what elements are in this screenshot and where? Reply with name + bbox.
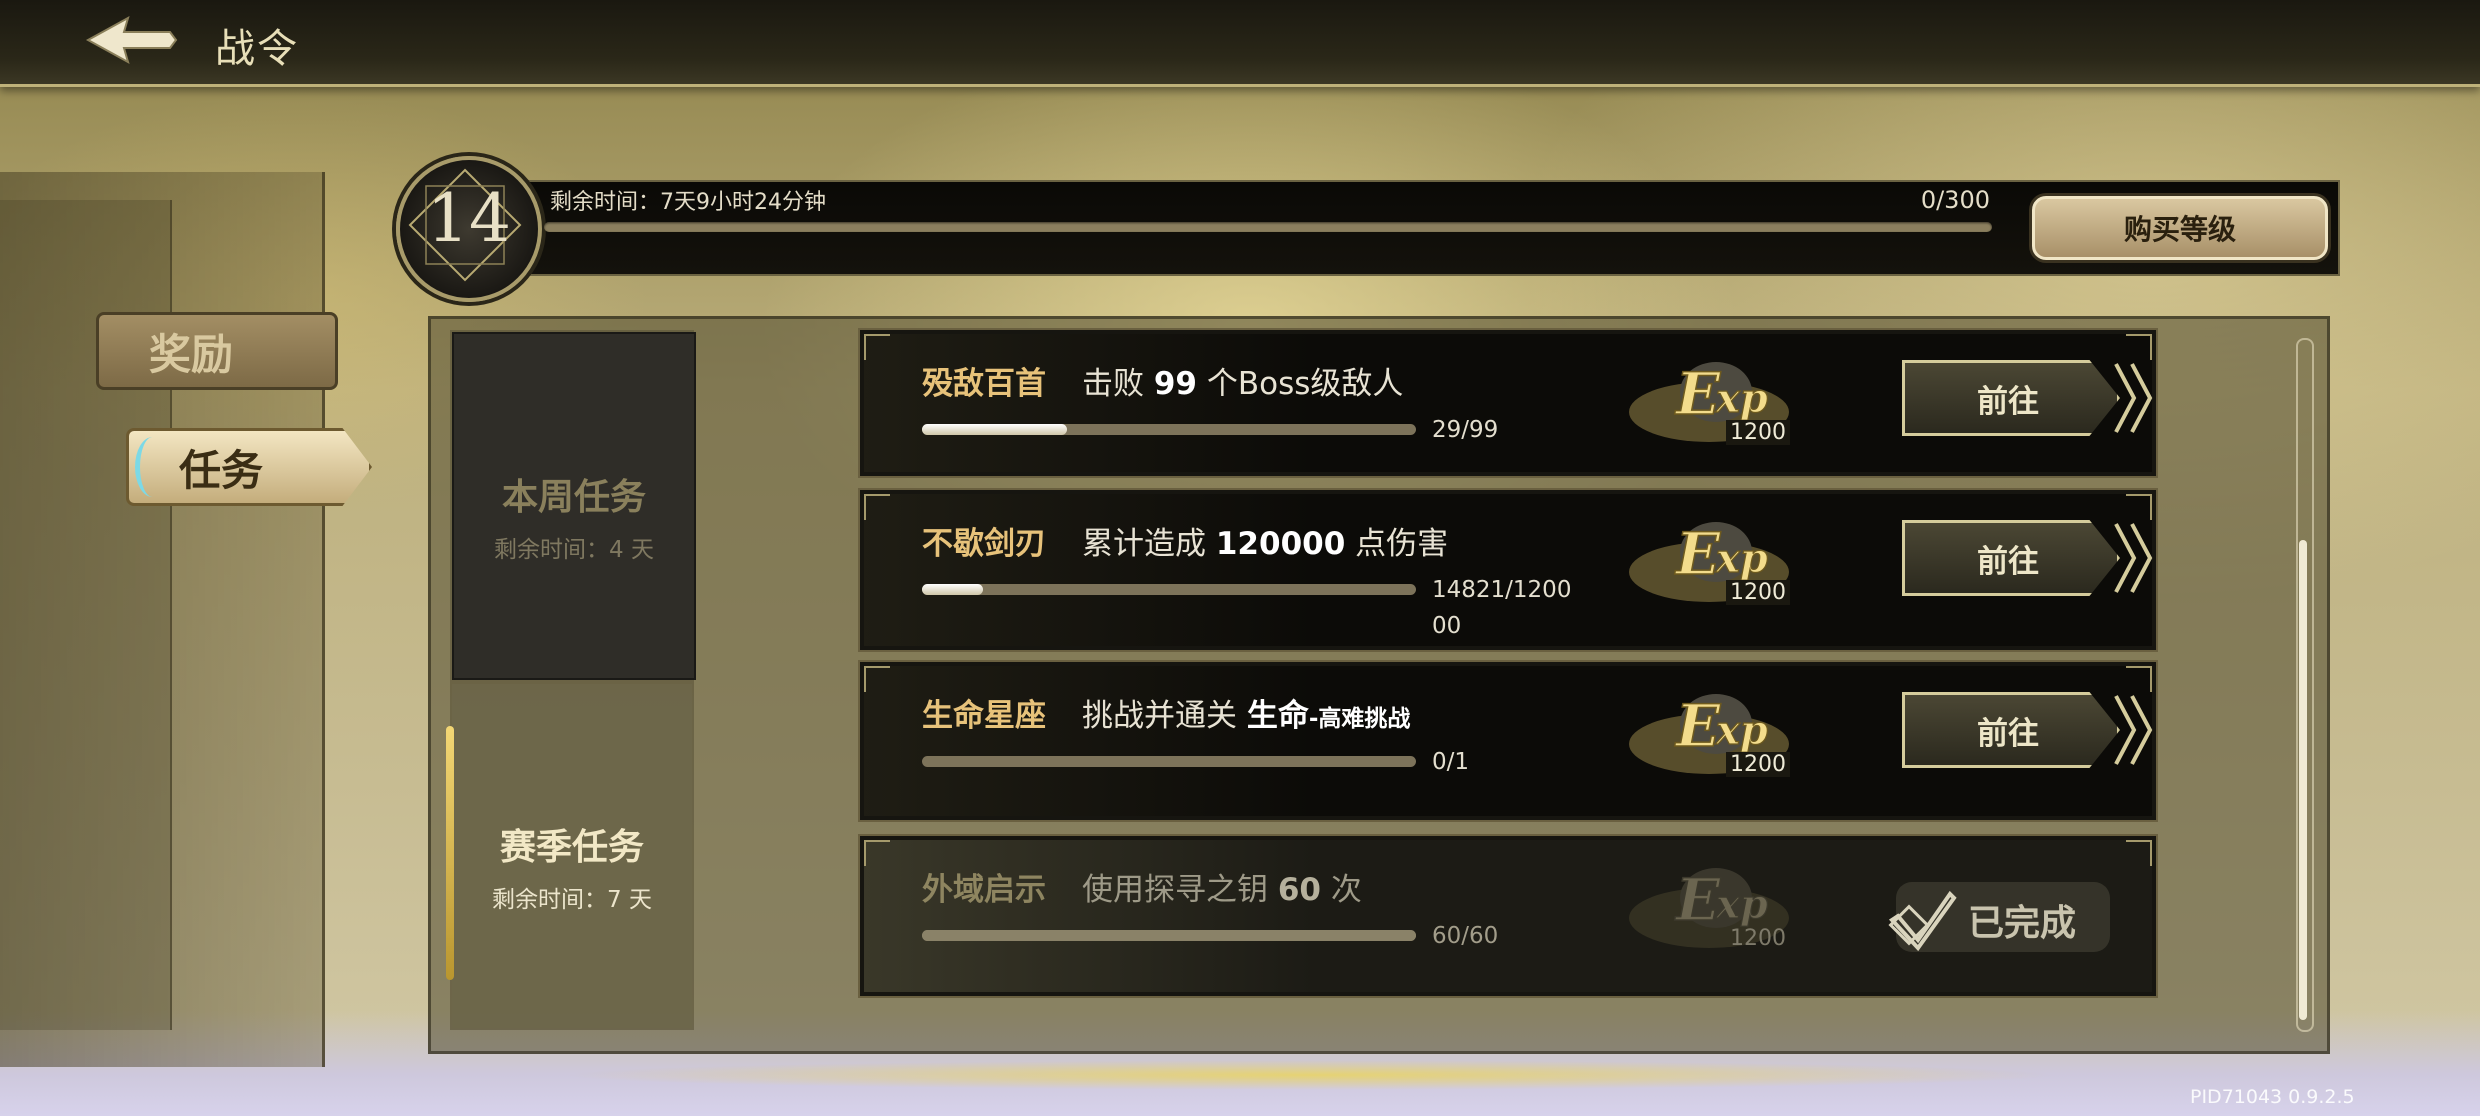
category-selected-indicator [446,726,454,980]
corner-ornament [864,840,890,866]
quest-progress-count: 14821/1200 00 [1432,572,1571,644]
svg-text:E: E [1674,360,1721,428]
svg-text:xp: xp [1715,535,1768,582]
quest-progress-fill [922,424,1067,435]
scrollbar-thumb[interactable] [2299,540,2307,1020]
level-exp-count: 0/300 [1920,186,1990,214]
corner-ornament [864,666,890,692]
tab-rewards[interactable]: 奖励 [96,312,338,390]
page-title: 战令 [215,26,299,72]
quest-desc-suffix: 个Boss级敌人 [1197,366,1404,402]
completed-label: 已完成 [1968,902,2077,944]
quest-row: 不歇剑刃 累计造成 120000 点伤害 14821/1200 00 E xp 120… [858,488,2158,652]
quest-exp-reward: 1200 [1726,580,1790,605]
go-button[interactable]: 前往 [1902,360,2120,436]
completed-badge: 已完成 [1888,882,2110,952]
quest-progress-line1: 29/99 [1432,417,1499,443]
quest-desc-target: 60 [1277,872,1321,908]
svg-text:xp: xp [1715,375,1768,422]
quest-name: 外域启示 [922,872,1046,908]
checkmark-icon [1888,890,1957,952]
level-exp-track [544,222,1992,232]
corner-ornament [2126,494,2152,520]
tab-tasks-label: 任务 [179,445,264,495]
corner-ornament [2126,666,2152,692]
quest-progress-count: 0/1 [1432,744,1469,780]
category-season-title: 赛季任务 [499,826,644,868]
quest-description: 击败 99 个Boss级敌人 [1082,358,1403,403]
background-glow [560,1060,2060,1090]
quest-progress-count: 60/60 [1432,918,1498,954]
quest-progress-line2: 00 [1432,613,1462,639]
quest-progress-track [922,584,1416,595]
quest-progress-line1: 0/1 [1432,749,1470,775]
quest-description: 使用探寻之钥 60 次 [1082,864,1362,909]
go-button[interactable]: 前往 [1902,692,2120,768]
double-chevron-icon [2114,363,2153,433]
quest-desc-suffix: 次 [1321,872,1362,908]
quest-progress-count: 29/99 [1432,412,1498,448]
quest-description: 累计造成 120000 点伤害 [1082,518,1448,563]
top-bar [0,0,2480,87]
version-label: PID71043 0.9.2.5 [2190,1086,2355,1108]
quest-progress-track [922,756,1416,767]
quest-row: 生命星座 挑战并通关 生命-高难挑战 0/1 E xp 1200 前往 [858,660,2158,822]
quest-desc-target: 120000 [1215,526,1346,562]
corner-ornament [2126,334,2152,360]
quest-desc-prefix: 累计造成 [1082,526,1216,562]
quest-row: 外域启示 使用探寻之钥 60 次 60/60 E xp 1200 已完成 [858,834,2158,998]
selected-ring-icon [135,437,170,497]
buy-level-button[interactable]: 购买等级 [2032,196,2328,260]
svg-text:E: E [1674,520,1721,588]
level-number: 14 [427,180,511,257]
category-weekly-title: 本周任务 [501,476,646,518]
svg-text:E: E [1674,692,1721,760]
quest-desc-suffix: 点伤害 [1345,526,1449,562]
quest-description: 挑战并通关 生命-高难挑战 [1082,690,1410,735]
quest-desc-target: 生命 [1246,698,1309,734]
svg-text:xp: xp [1715,881,1768,928]
quest-name: 生命星座 [922,698,1046,734]
quest-desc-target: 99 [1153,366,1197,402]
quest-name: 殁敌百首 [922,366,1046,402]
tab-rewards-label: 奖励 [149,329,234,379]
category-season[interactable]: 赛季任务 剩余时间：7 天 [452,684,692,1028]
go-button[interactable]: 前往 [1902,520,2120,596]
quest-desc-difficulty: -高难挑战 [1308,706,1411,732]
season-remaining-time: 剩余时间：7天9小时24分钟 [550,190,826,215]
tab-tasks[interactable]: 任务 [126,428,372,506]
quest-progress-line1: 14821/1200 [1432,577,1572,603]
quest-row: 殁敌百首 击败 99 个Boss级敌人 29/99 E xp 1200 前往 [858,328,2158,478]
quest-progress-fill [922,584,983,595]
quest-exp-reward: 1200 [1730,926,1786,951]
quest-progress-line1: 60/60 [1432,923,1499,949]
svg-text:E: E [1674,866,1721,934]
quest-desc-prefix: 挑战并通关 [1082,698,1247,734]
category-weekly[interactable]: 本周任务 剩余时间：4 天 [452,332,696,680]
back-arrow-icon [85,15,178,65]
corner-ornament [864,334,890,360]
quest-desc-prefix: 使用探寻之钥 [1082,872,1278,908]
quest-desc-prefix: 击败 [1082,366,1154,402]
svg-text:xp: xp [1715,707,1768,754]
category-weekly-remaining: 剩余时间：4 天 [494,537,654,563]
double-chevron-icon [2114,523,2153,593]
back-button[interactable] [84,14,180,66]
category-season-remaining: 剩余时间：7 天 [492,887,652,913]
corner-ornament [2126,840,2152,866]
quest-progress-fill [922,930,1416,941]
quest-exp-reward: 1200 [1726,420,1790,445]
quest-exp-reward: 1200 [1726,752,1790,777]
quest-name: 不歇剑刃 [922,526,1046,562]
corner-ornament [864,494,890,520]
double-chevron-icon [2114,695,2153,765]
